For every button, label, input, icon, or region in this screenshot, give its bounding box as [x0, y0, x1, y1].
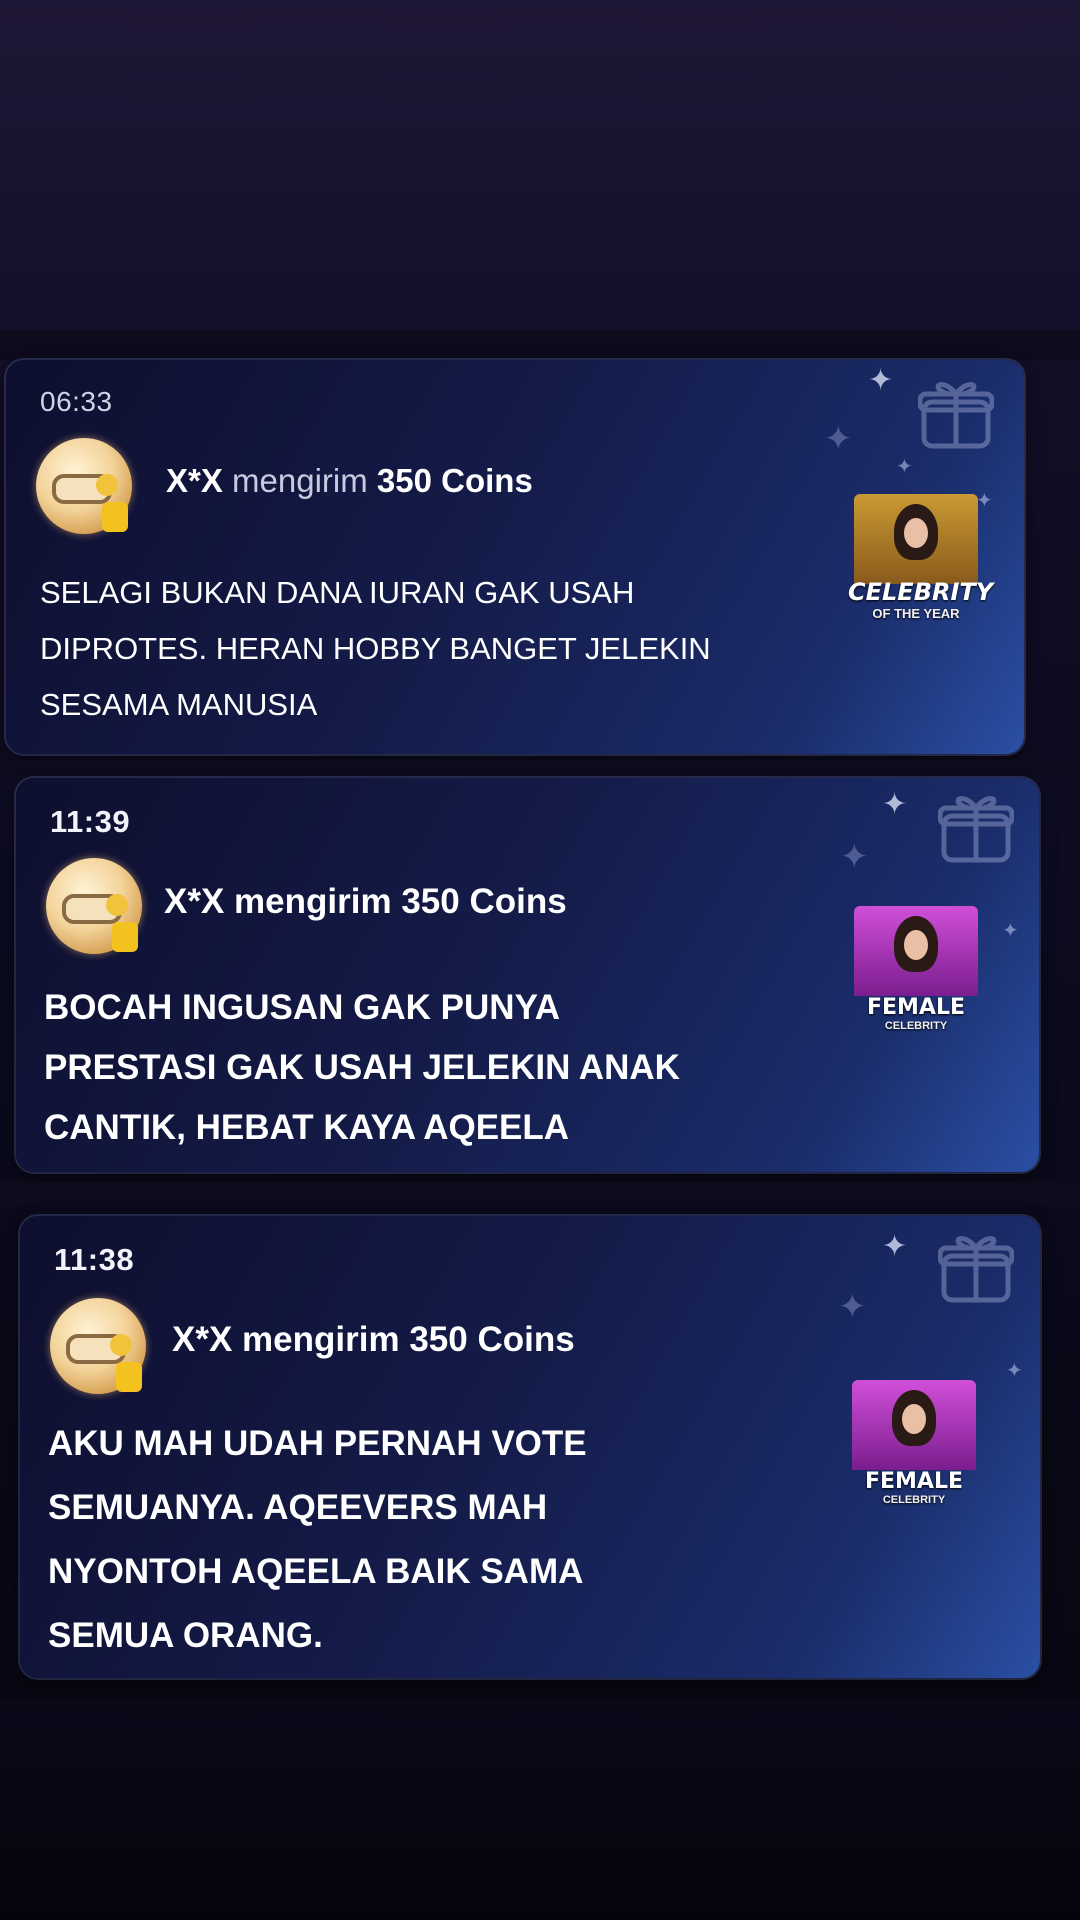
- award-title: FEMALE: [864, 1469, 964, 1494]
- divider-strip: [0, 760, 1080, 774]
- message-line: NYONTOH AQEELA BAIK SAMA: [48, 1552, 584, 1591]
- gift-message: BOCAH INGUSAN GAK PUNYA PRESTASI GAK USA…: [44, 978, 824, 1158]
- sparkle-icon: ✦: [882, 788, 908, 821]
- bottom-background: [0, 1700, 1080, 1920]
- sender-name: X*X: [166, 462, 223, 499]
- award-subtitle: CELEBRITY: [884, 1020, 948, 1032]
- gift-summary: X*X mengirim 350 Coins: [172, 1320, 575, 1360]
- message-line: DIPROTES. HERAN HOBBY BANGET JELEKIN: [40, 631, 711, 666]
- gift-box-icon: [938, 796, 1014, 863]
- award-subtitle: CELEBRITY: [882, 1494, 946, 1506]
- sparkle-icon: ✦: [840, 838, 869, 876]
- gift-amount: 350 Coins: [376, 462, 533, 499]
- award-photo: [852, 1380, 976, 1470]
- sparkle-icon: ✦: [976, 490, 993, 512]
- gift-verb: mengirim: [232, 462, 368, 499]
- coin-badge-icon: [46, 858, 142, 954]
- award-badge: FEMALE CELEBRITY: [852, 1380, 976, 1512]
- sparkle-icon: ✦: [1006, 1360, 1023, 1382]
- message-line: SEMUANYA. AQEEVERS MAH: [48, 1488, 548, 1527]
- gift-amount: 350 Coins: [409, 1320, 575, 1359]
- gift-summary: X*X mengirim 350 Coins: [166, 462, 533, 500]
- award-badge: CELEBRITY OF THE YEAR: [848, 494, 993, 626]
- gift-verb: mengirim: [242, 1320, 400, 1359]
- message-line: SELAGI BUKAN DANA IURAN GAK USAH: [40, 575, 635, 610]
- message-line: SEMUA ORANG.: [48, 1616, 323, 1655]
- notification-time: 06:33: [40, 386, 113, 417]
- notification-time: 11:38: [54, 1242, 135, 1277]
- message-line: AKU MAH UDAH PERNAH VOTE: [48, 1424, 587, 1463]
- top-background: [0, 0, 1080, 330]
- sender-name: X*X: [164, 882, 225, 921]
- screen: ✦ ✦ ✦ ✦ 06:33 X*X mengirim 350 Coins SEL…: [0, 0, 1080, 1920]
- gift-summary: X*X mengirim 350 Coins: [164, 882, 567, 922]
- sparkle-icon: ✦: [1002, 920, 1019, 942]
- gift-message: AKU MAH UDAH PERNAH VOTE SEMUANYA. AQEEV…: [48, 1412, 828, 1668]
- gift-amount: 350 Coins: [401, 882, 567, 921]
- coin-badge-icon: [50, 1298, 146, 1394]
- award-photo: [854, 906, 978, 996]
- sparkle-icon: ✦: [896, 456, 913, 478]
- notification-time: 11:39: [50, 804, 131, 839]
- award-subtitle: OF THE YEAR: [872, 606, 960, 621]
- message-line: SESAMA MANUSIA: [40, 687, 318, 722]
- divider-strip: [0, 1182, 1080, 1206]
- sparkle-icon: ✦: [868, 364, 894, 397]
- gift-box-icon: [938, 1236, 1014, 1303]
- gift-verb: mengirim: [234, 882, 392, 921]
- sender-name: X*X: [172, 1320, 233, 1359]
- gift-notification-card[interactable]: ✦ ✦ ✦ 11:39 X*X mengirim 350 Coins BOCAH…: [16, 778, 1039, 1172]
- award-badge: FEMALE CELEBRITY: [854, 906, 978, 1038]
- sparkle-icon: ✦: [882, 1230, 908, 1263]
- gift-notification-card[interactable]: ✦ ✦ ✦ ✦ 06:33 X*X mengirim 350 Coins SEL…: [6, 360, 1024, 754]
- sparkle-icon: ✦: [824, 420, 853, 458]
- message-line: PRESTASI GAK USAH JELEKIN ANAK: [44, 1048, 680, 1087]
- gift-box-icon: [918, 382, 994, 449]
- award-photo: [854, 494, 978, 584]
- message-line: CANTIK, HEBAT KAYA AQEELA: [44, 1108, 570, 1147]
- message-line: BOCAH INGUSAN GAK PUNYA: [44, 988, 560, 1027]
- gift-message: SELAGI BUKAN DANA IURAN GAK USAH DIPROTE…: [40, 565, 800, 733]
- award-title: CELEBRITY: [848, 578, 994, 606]
- sparkle-icon: ✦: [838, 1288, 867, 1326]
- coin-badge-icon: [36, 438, 132, 534]
- award-title: FEMALE: [866, 995, 966, 1020]
- gift-notification-card[interactable]: ✦ ✦ ✦ 11:38 X*X mengirim 350 Coins AKU M…: [20, 1216, 1040, 1678]
- divider-strip: [0, 330, 1080, 360]
